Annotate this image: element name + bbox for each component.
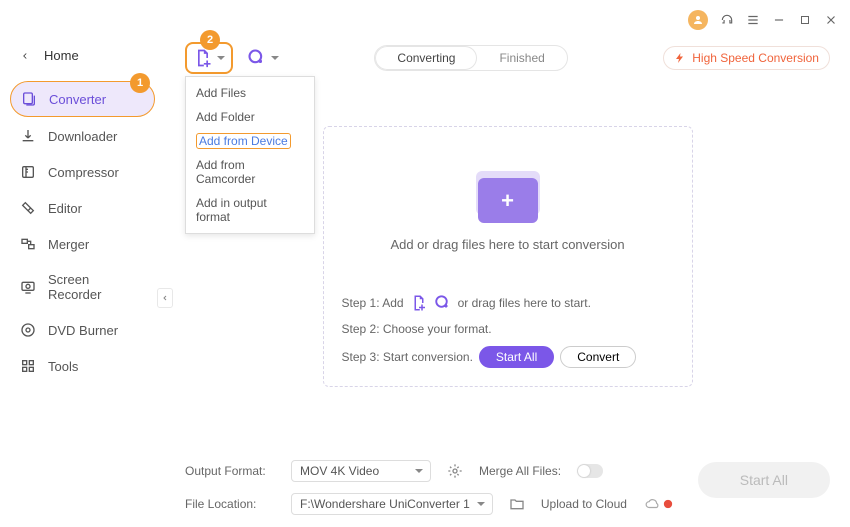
drop-area[interactable]: + Add or drag files here to start conver… xyxy=(323,126,693,387)
sidebar-item-label: Screen Recorder xyxy=(48,272,145,302)
menu-add-files[interactable]: Add Files xyxy=(186,81,314,105)
menu-add-from-device[interactable]: Add from Device xyxy=(186,129,314,153)
sidebar-item-dvd-burner[interactable]: DVD Burner xyxy=(10,313,155,347)
sidebar-item-label: Converter xyxy=(49,92,106,107)
step-1: Step 1: Add or drag files here to start. xyxy=(342,294,674,312)
sidebar-item-merger[interactable]: Merger xyxy=(10,227,155,261)
drop-illustration: + Add or drag files here to start conver… xyxy=(342,163,674,252)
tab-converting[interactable]: Converting xyxy=(375,46,477,70)
add-file-icon xyxy=(193,48,213,68)
sidebar-item-label: Merger xyxy=(48,237,89,252)
sidebar: Home Converter Downloader Compressor Edi… xyxy=(0,40,165,527)
sidebar-item-editor[interactable]: Editor xyxy=(10,191,155,225)
merge-toggle[interactable] xyxy=(577,464,603,478)
step-2: Step 2: Choose your format. xyxy=(342,322,674,336)
anno-badge-1: 1 xyxy=(130,73,150,93)
user-avatar[interactable] xyxy=(688,10,708,30)
sidebar-item-label: Tools xyxy=(48,359,78,374)
cloud-icon[interactable] xyxy=(643,497,673,511)
start-all-button[interactable]: Start All xyxy=(479,346,554,368)
upload-cloud-label: Upload to Cloud xyxy=(541,497,627,511)
add-url-button[interactable] xyxy=(247,48,279,68)
high-speed-label: High Speed Conversion xyxy=(692,51,819,65)
status-tabs: Converting Finished xyxy=(374,45,567,71)
menu-add-output-format[interactable]: Add in output format xyxy=(186,191,314,229)
folder-plus-icon: + xyxy=(468,163,548,223)
close-icon[interactable] xyxy=(824,13,838,27)
content-area: Add Files Add Folder Add from Device Add… xyxy=(165,40,850,527)
chevron-down-icon xyxy=(217,56,225,64)
sidebar-item-label: Downloader xyxy=(48,129,117,144)
output-format-select[interactable]: MOV 4K Video xyxy=(291,460,431,482)
file-location-select[interactable]: F:\Wondershare UniConverter 1 xyxy=(291,493,493,515)
maximize-icon[interactable] xyxy=(798,13,812,27)
sidebar-item-label: DVD Burner xyxy=(48,323,118,338)
home-button[interactable]: Home xyxy=(10,40,155,71)
output-format-label: Output Format: xyxy=(185,464,275,478)
chevron-down-icon xyxy=(271,56,279,64)
url-icon xyxy=(247,48,267,68)
sidebar-item-label: Compressor xyxy=(48,165,119,180)
add-file-icon xyxy=(410,294,428,312)
headset-icon[interactable] xyxy=(720,13,734,27)
sidebar-item-compressor[interactable]: Compressor xyxy=(10,155,155,189)
sidebar-item-screen-recorder[interactable]: Screen Recorder xyxy=(10,263,155,311)
titlebar xyxy=(0,0,850,40)
high-speed-badge[interactable]: High Speed Conversion xyxy=(663,46,830,70)
collapse-sidebar-button[interactable] xyxy=(157,288,173,308)
sidebar-item-downloader[interactable]: Downloader xyxy=(10,119,155,153)
home-label: Home xyxy=(44,48,79,63)
tab-finished[interactable]: Finished xyxy=(477,46,566,70)
drop-text: Add or drag files here to start conversi… xyxy=(390,237,624,252)
anno-badge-2: 2 xyxy=(200,30,220,50)
sidebar-item-tools[interactable]: Tools xyxy=(10,349,155,383)
start-all-main-button[interactable]: Start All xyxy=(698,462,830,498)
menu-icon[interactable] xyxy=(746,13,760,27)
step-3: Step 3: Start conversion. Start All Conv… xyxy=(342,346,674,368)
menu-add-from-camcorder[interactable]: Add from Camcorder xyxy=(186,153,314,191)
toolbar: Add Files Add Folder Add from Device Add… xyxy=(185,40,830,76)
minimize-icon[interactable] xyxy=(772,13,786,27)
url-icon xyxy=(434,294,452,312)
steps: Step 1: Add or drag files here to start.… xyxy=(342,294,674,368)
menu-add-folder[interactable]: Add Folder xyxy=(186,105,314,129)
file-location-label: File Location: xyxy=(185,497,275,511)
merge-label: Merge All Files: xyxy=(479,464,561,478)
gear-icon[interactable] xyxy=(447,463,463,479)
bottom-bar: Output Format: MOV 4K Video Merge All Fi… xyxy=(185,387,830,515)
lightning-icon xyxy=(674,52,686,64)
add-files-dropdown: Add Files Add Folder Add from Device Add… xyxy=(185,76,315,234)
folder-icon[interactable] xyxy=(509,496,525,512)
sidebar-item-label: Editor xyxy=(48,201,82,216)
convert-button[interactable]: Convert xyxy=(560,346,636,368)
